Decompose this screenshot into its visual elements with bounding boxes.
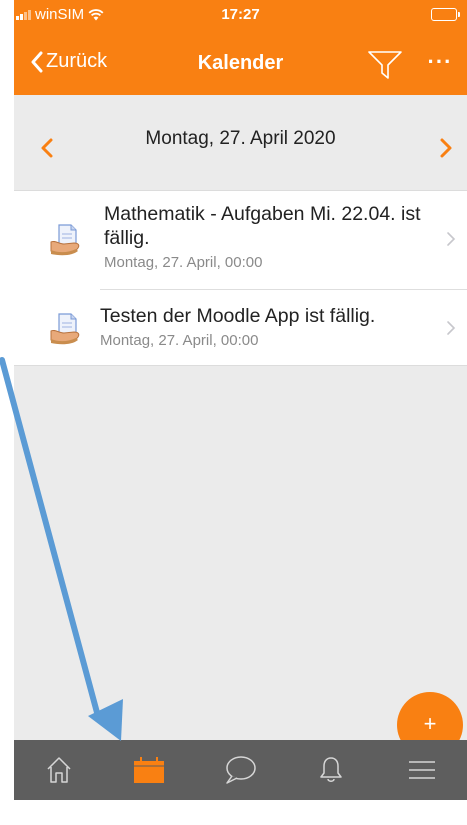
assignment-icon xyxy=(50,224,80,256)
status-time: 17:27 xyxy=(221,6,260,23)
tab-more-menu[interactable] xyxy=(377,740,467,800)
chevron-right-icon xyxy=(447,321,456,335)
tab-messages[interactable] xyxy=(195,740,285,800)
filter-icon[interactable] xyxy=(367,50,403,80)
tab-calendar[interactable] xyxy=(104,740,194,800)
home-icon xyxy=(47,757,71,783)
battery-icon xyxy=(431,8,460,21)
event-time: Montag, 27. April, 00:00 xyxy=(104,254,263,271)
event-text: Mathematik - Aufgaben Mi. 22.04. ist fäl… xyxy=(104,202,437,271)
tab-home[interactable] xyxy=(14,740,104,800)
top-bar: winSIM 17:27 Zurück Kalender ··· xyxy=(14,0,467,95)
menu-icon xyxy=(409,761,435,779)
event-text: Testen der Moodle App ist fällig. Montag… xyxy=(100,304,437,349)
assignment-icon xyxy=(50,313,80,345)
event-list: Mathematik - Aufgaben Mi. 22.04. ist fäl… xyxy=(14,190,467,366)
current-date: Montag, 27. April 2020 xyxy=(145,128,336,149)
bell-icon xyxy=(320,757,342,782)
event-name: Mathematik - Aufgaben Mi. 22.04. ist fäl… xyxy=(104,203,421,249)
app-screen: winSIM 17:27 Zurück Kalender ··· Montag,… xyxy=(14,0,467,800)
day-navigator: Montag, 27. April 2020 xyxy=(14,95,467,190)
event-time: Montag, 27. April, 00:00 xyxy=(100,332,259,349)
chevron-right-icon xyxy=(447,232,456,246)
event-name: Testen der Moodle App ist fällig. xyxy=(100,305,376,327)
next-day-button[interactable] xyxy=(433,129,457,165)
tab-notifications[interactable] xyxy=(286,740,376,800)
tab-bar xyxy=(14,740,467,800)
navigation-bar: Zurück Kalender ··· xyxy=(14,40,467,90)
event-item[interactable]: Mathematik - Aufgaben Mi. 22.04. ist fäl… xyxy=(14,191,467,289)
chat-bubble-icon xyxy=(226,756,256,784)
calendar-icon xyxy=(134,757,164,783)
event-item[interactable]: Testen der Moodle App ist fällig. Montag… xyxy=(50,289,467,365)
status-bar: winSIM 17:27 xyxy=(14,0,467,34)
more-options-button[interactable]: ··· xyxy=(425,51,455,74)
